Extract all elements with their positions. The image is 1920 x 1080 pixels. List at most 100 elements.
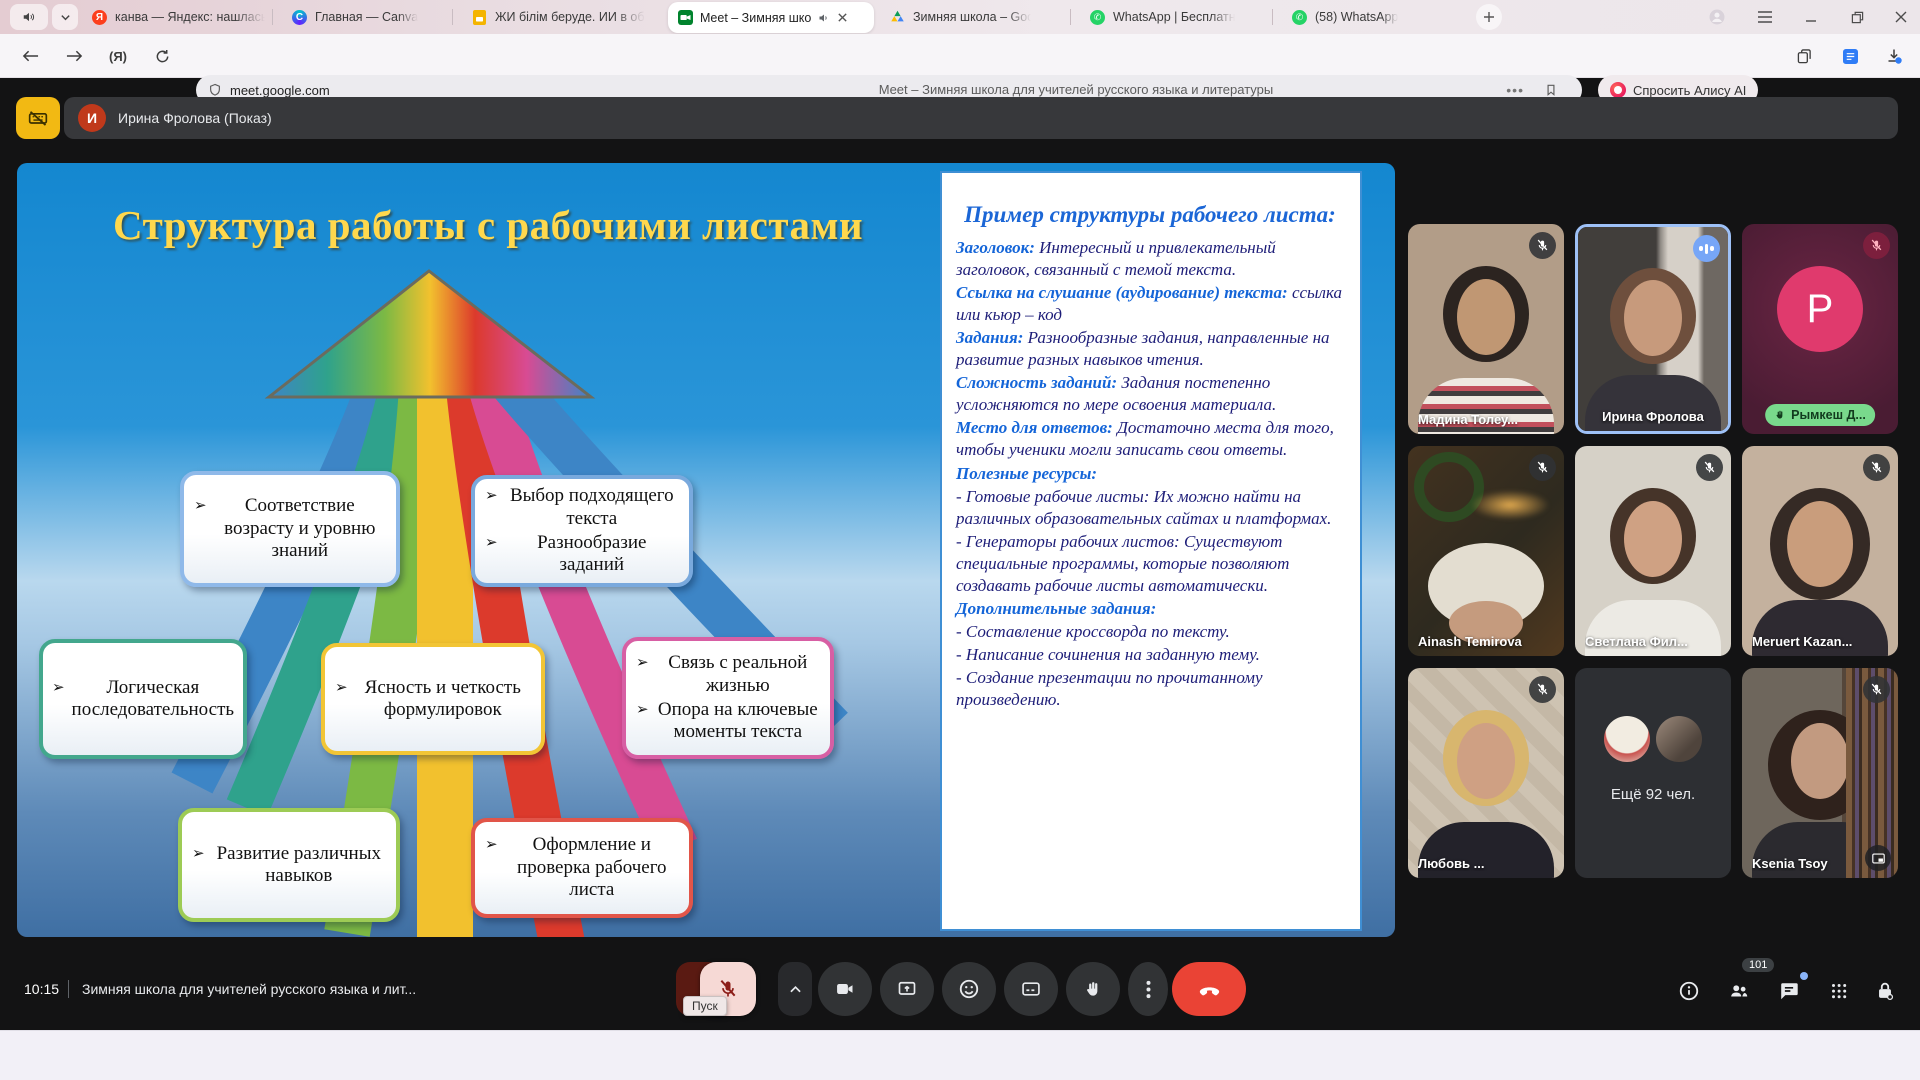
present-button[interactable] [880,962,934,1016]
kebab-icon [1146,980,1151,999]
info-icon [1678,980,1700,1002]
presenter-name: Ирина Фролова (Показ) [118,110,272,126]
downloads-button[interactable] [1882,44,1906,68]
tab-google-slides[interactable]: ЖИ білім беруде. ИИ в об [472,0,645,34]
panel-item: - Написание сочинения на заданную тему. [956,644,1344,666]
emoji-icon [958,978,980,1000]
google-slides-favicon [472,10,487,25]
tab-close-icon[interactable] [837,12,848,23]
people-icon [1727,980,1751,1002]
keyboard-off-icon [27,108,49,128]
panel-item: - Готовые рабочие листы: Их можно найти … [956,486,1344,530]
activities-button[interactable] [1826,978,1852,1004]
panels-icon [1797,49,1812,64]
box-text: Разнообразие заданий [505,532,679,577]
slide-box-formatting: ➢Оформление и проверка рабочего листа [471,818,693,918]
start-tooltip: Пуск [683,996,727,1016]
new-tab-button[interactable] [1476,4,1502,30]
participant-name: Meruert Kazan... [1752,634,1890,649]
url-text: meet.google.com [230,83,330,98]
captions-off-button[interactable] [16,97,60,139]
panel-item: Ссылка на слушание (аудирование) текста:… [956,282,1344,326]
participant-tile-lyubov[interactable]: Любовь ... [1408,668,1564,878]
slide-text-panel: Пример структуры рабочего листа: Заголов… [940,171,1362,931]
browser-menu-button[interactable] [1748,0,1782,34]
tab-canva[interactable]: C Главная — Canva [292,0,418,34]
bookmark-icon[interactable] [1544,82,1558,98]
slide-box-logic: ➢Логическая последовательность [39,639,247,759]
box-text: Опора на ключевые моменты текста [656,699,820,744]
tab-whatsapp-web[interactable]: ✆ WhatsApp | Бесплатный з [1090,0,1235,34]
tab-yandex-search[interactable]: Я канва — Яндекс: нашлась [92,0,265,34]
participant-tile-svetlana[interactable]: Светлана Фил... [1575,446,1731,656]
apps-grid-icon [1832,984,1847,999]
panel-item: Сложность заданий: Задания постепенно ус… [956,372,1344,416]
window-minimize-button[interactable] [1794,0,1828,34]
end-call-button[interactable] [1172,962,1246,1016]
overflow-tile[interactable]: Ещё 92 чел. [1575,668,1731,878]
tab-meet-active[interactable]: Meet – Зимняя шко [668,2,874,33]
participant-tile-ainash[interactable]: Ainash Temirova [1408,446,1564,656]
participant-tile-madina[interactable]: Мадина Толеу... [1408,224,1564,434]
more-icon[interactable]: ••• [1506,82,1524,98]
participant-name: Ainash Temirova [1418,634,1556,649]
presenter-banner[interactable]: И Ирина Фролова (Показ) [64,97,1898,139]
panel-item: - Генераторы рабочих листов: Существуют … [956,531,1344,597]
mic-off-icon [1863,232,1890,259]
arrow-right-icon [66,49,83,63]
panel-item: - Составление кроссворда по тексту. [956,621,1344,643]
participant-tile-ksenia[interactable]: Ksenia Tsoy [1742,668,1898,878]
back-button[interactable] [18,44,42,68]
yandex-home-button[interactable]: (Я) [106,44,130,68]
tab-whatsapp-2[interactable]: ✆ (58) WhatsApp [1292,0,1398,34]
window-restore-button[interactable] [1840,0,1874,34]
presenter-avatar: И [78,104,106,132]
box-text: Соответствие возрасту и уровню знаний [214,495,386,562]
blue-doc-icon [1843,49,1858,64]
meeting-details-button[interactable] [1676,978,1702,1004]
presentation-stage[interactable]: Структура работы с рабочими листами ➢Соо… [17,163,1395,937]
participant-tile-rymkesh[interactable]: P Рымкеш Д... [1742,224,1898,434]
participant-tile-irina[interactable]: Ирина Фролова [1575,224,1731,434]
bullet-marker: ➢ [485,487,498,530]
reload-button[interactable] [150,44,174,68]
avatar-letter: P [1777,266,1863,352]
host-controls-button[interactable] [1872,978,1898,1004]
hamburger-icon [1757,10,1773,24]
raise-hand-button[interactable] [1066,962,1120,1016]
box-text: Связь с реальной жизнью [656,652,820,697]
mic-off-icon [1529,232,1556,259]
mic-off-icon [1529,676,1556,703]
mic-options-chevron[interactable] [778,962,812,1016]
participant-tile-meruert[interactable]: Meruert Kazan... [1742,446,1898,656]
picture-in-picture-icon[interactable] [1865,845,1891,871]
box-text: Ясность и четкость формулировок [355,677,531,722]
camera-button[interactable] [818,962,872,1016]
panel-item: Полезные ресурсы: [956,463,1344,485]
tab-divider [1070,9,1071,25]
bullet-marker: ➢ [52,679,65,722]
mic-off-icon [1529,454,1556,481]
overflow-avatars [1604,716,1702,762]
forward-button[interactable] [62,44,86,68]
slide-box-clarity: ➢Ясность и четкость формулировок [321,643,545,755]
participant-name: Любовь ... [1418,856,1556,871]
reactions-button[interactable] [942,962,996,1016]
lock-icon [1874,980,1896,1002]
profile-button[interactable] [1700,0,1734,34]
collections-button[interactable] [1792,44,1816,68]
tab-list-chevron[interactable] [52,4,78,30]
people-button[interactable] [1726,978,1752,1004]
participant-name: Мадина Толеу... [1418,412,1556,427]
tab-audio-button[interactable] [10,4,48,30]
bullet-marker: ➢ [485,534,498,577]
chat-button[interactable] [1776,978,1802,1004]
more-options-button[interactable] [1128,962,1168,1016]
captions-button[interactable] [1004,962,1058,1016]
speaking-indicator-icon [1693,235,1720,262]
tab-google-drive[interactable]: Зимняя школа – Google Д [890,0,1031,34]
window-close-button[interactable] [1884,0,1918,34]
present-icon [896,979,918,999]
extension-button[interactable] [1838,44,1862,68]
captions-icon [1020,979,1042,999]
